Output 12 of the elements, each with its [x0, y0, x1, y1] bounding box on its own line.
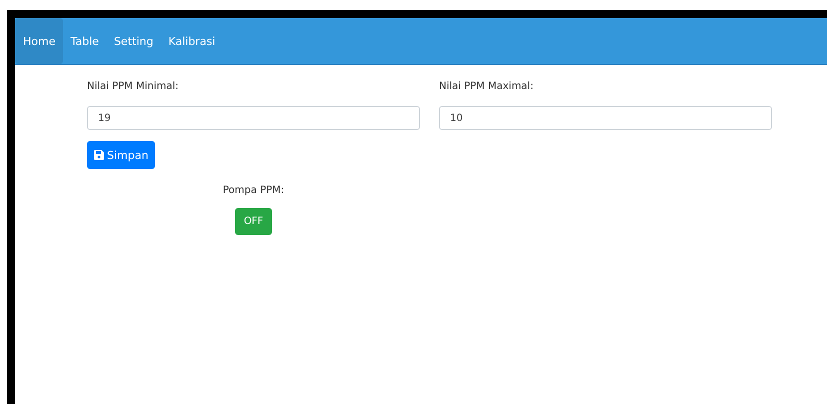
- pump-toggle-button[interactable]: OFF: [234, 208, 272, 235]
- field-label: Nilai PPM Minimal:: [87, 81, 180, 94]
- nav-tab[interactable]: Table: [62, 18, 107, 64]
- field-label: Nilai PPM Maximal:: [439, 81, 534, 94]
- nav-tab[interactable]: Home: [15, 18, 64, 64]
- save-icon: [94, 150, 104, 160]
- pump-label: Pompa PPM:: [222, 185, 284, 196]
- nav-tab[interactable]: Setting: [106, 18, 162, 64]
- input-field[interactable]: 19: [87, 106, 420, 130]
- input-field[interactable]: 10: [439, 106, 772, 130]
- save-button[interactable]: Simpan: [87, 141, 156, 169]
- nav-tab[interactable]: Kalibrasi: [160, 18, 224, 64]
